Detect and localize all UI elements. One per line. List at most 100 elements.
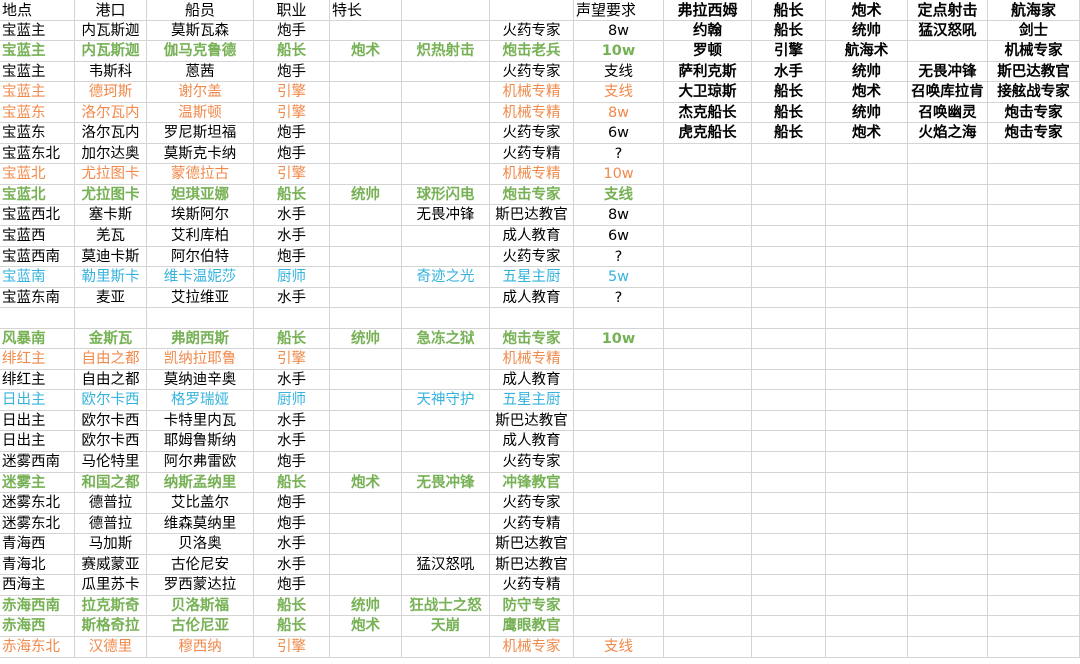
- cell-skill[interactable]: [402, 246, 490, 268]
- cell-trait[interactable]: 机械专家: [490, 636, 574, 658]
- side-cell[interactable]: 弗拉西姆: [664, 0, 752, 21]
- side-cell[interactable]: [752, 349, 826, 370]
- cell-port[interactable]: 韦斯科: [75, 61, 147, 83]
- cell-location[interactable]: 宝蓝西: [0, 226, 75, 247]
- cell-port[interactable]: 瓜里苏卡: [75, 575, 147, 596]
- side-cell[interactable]: [908, 534, 988, 555]
- cell-location[interactable]: 迷雾东北: [0, 513, 75, 535]
- cell-trait[interactable]: 火药专家: [490, 61, 574, 83]
- side-cell[interactable]: [988, 636, 1080, 658]
- cell-role[interactable]: 炮手: [254, 493, 330, 514]
- side-cell[interactable]: [826, 226, 908, 247]
- cell-port[interactable]: 塞卡斯: [75, 205, 147, 227]
- side-cell[interactable]: [988, 513, 1080, 535]
- side-cell[interactable]: 火焰之海: [908, 123, 988, 144]
- cell-skill[interactable]: [402, 82, 490, 103]
- side-cell[interactable]: [752, 308, 826, 329]
- side-cell[interactable]: [664, 472, 752, 494]
- side-cell[interactable]: 猛汉怒吼: [908, 20, 988, 42]
- cell-reputation[interactable]: 5w: [574, 267, 664, 288]
- side-cell[interactable]: [752, 575, 826, 596]
- cell-trait[interactable]: 火药专家: [490, 123, 574, 144]
- cell-crew[interactable]: 贝洛斯福: [147, 595, 254, 617]
- cell-crew[interactable]: 艾利库柏: [147, 226, 254, 247]
- side-cell[interactable]: [664, 369, 752, 391]
- cell-location[interactable]: 宝蓝东: [0, 123, 75, 144]
- side-cell[interactable]: [988, 349, 1080, 370]
- side-cell[interactable]: [908, 575, 988, 596]
- cell-trait[interactable]: 火药专精: [490, 575, 574, 596]
- cell-crew[interactable]: 弗朗西斯: [147, 328, 254, 350]
- side-cell[interactable]: 虎克船长: [664, 123, 752, 144]
- side-cell[interactable]: 炮击专家: [988, 123, 1080, 144]
- cell-port[interactable]: 勒里斯卡: [75, 267, 147, 288]
- side-cell[interactable]: 船长: [752, 102, 826, 124]
- side-cell[interactable]: [988, 575, 1080, 596]
- side-cell[interactable]: [988, 184, 1080, 206]
- side-cell[interactable]: [826, 143, 908, 165]
- cell-port[interactable]: 德珂斯: [75, 82, 147, 103]
- cell-specialty[interactable]: [330, 452, 402, 473]
- side-cell[interactable]: [908, 267, 988, 288]
- cell-reputation[interactable]: [574, 554, 664, 576]
- side-cell[interactable]: [752, 410, 826, 432]
- header-cell-role[interactable]: 职业: [254, 0, 330, 21]
- cell-port[interactable]: 和国之都: [75, 472, 147, 494]
- side-cell[interactable]: [988, 390, 1080, 411]
- cell-trait[interactable]: 火药专精: [490, 513, 574, 535]
- cell-crew[interactable]: 埃斯阿尔: [147, 205, 254, 227]
- cell-reputation[interactable]: 10w: [574, 164, 664, 185]
- side-cell[interactable]: 船长: [752, 82, 826, 103]
- cell-trait[interactable]: 火药专精: [490, 143, 574, 165]
- cell-crew[interactable]: 凯纳拉耶鲁: [147, 349, 254, 370]
- cell-reputation[interactable]: [574, 534, 664, 555]
- cell-role[interactable]: 引擎: [254, 636, 330, 658]
- side-cell[interactable]: [752, 390, 826, 411]
- side-cell[interactable]: [988, 246, 1080, 268]
- side-cell[interactable]: [988, 308, 1080, 329]
- side-cell[interactable]: 萨利克斯: [664, 61, 752, 83]
- cell-port[interactable]: 德普拉: [75, 493, 147, 514]
- cell-port[interactable]: 金斯瓦: [75, 328, 147, 350]
- side-cell[interactable]: 船长: [752, 123, 826, 144]
- side-cell[interactable]: [752, 431, 826, 453]
- cell-skill[interactable]: 天崩: [402, 616, 490, 637]
- cell-skill[interactable]: [402, 308, 490, 329]
- side-cell[interactable]: 杰克船长: [664, 102, 752, 124]
- cell-location[interactable]: 宝蓝西北: [0, 205, 75, 227]
- side-cell[interactable]: [908, 328, 988, 350]
- cell-location[interactable]: 宝蓝主: [0, 20, 75, 42]
- cell-specialty[interactable]: 炮术: [330, 41, 402, 62]
- side-cell[interactable]: [664, 287, 752, 309]
- cell-trait[interactable]: 成人教育: [490, 369, 574, 391]
- cell-skill[interactable]: 狂战士之怒: [402, 595, 490, 617]
- side-cell[interactable]: [988, 472, 1080, 494]
- cell-location[interactable]: 绯红主: [0, 349, 75, 370]
- cell-role[interactable]: 炮手: [254, 246, 330, 268]
- cell-port[interactable]: 欧尔卡西: [75, 390, 147, 411]
- side-cell[interactable]: [988, 267, 1080, 288]
- cell-trait[interactable]: 炮击老兵: [490, 41, 574, 62]
- cell-reputation[interactable]: 10w: [574, 328, 664, 350]
- side-cell[interactable]: [664, 636, 752, 658]
- cell-port[interactable]: 内瓦斯迦: [75, 20, 147, 42]
- side-cell[interactable]: [752, 205, 826, 227]
- side-cell[interactable]: 剑士: [988, 20, 1080, 42]
- header-cell-skill[interactable]: [402, 0, 490, 21]
- cell-specialty[interactable]: [330, 534, 402, 555]
- side-cell[interactable]: [826, 554, 908, 576]
- cell-port[interactable]: 赛威蒙亚: [75, 554, 147, 576]
- side-cell[interactable]: [664, 267, 752, 288]
- cell-crew[interactable]: 妲琪亚娜: [147, 184, 254, 206]
- cell-skill[interactable]: 球形闪电: [402, 184, 490, 206]
- cell-role[interactable]: 水手: [254, 287, 330, 309]
- side-cell[interactable]: [988, 534, 1080, 555]
- side-cell[interactable]: [908, 246, 988, 268]
- cell-role[interactable]: 引擎: [254, 82, 330, 103]
- side-cell[interactable]: [752, 328, 826, 350]
- side-cell[interactable]: 罗顿: [664, 41, 752, 62]
- cell-specialty[interactable]: [330, 226, 402, 247]
- side-cell[interactable]: [908, 349, 988, 370]
- side-cell[interactable]: 航海术: [826, 41, 908, 62]
- cell-skill[interactable]: [402, 143, 490, 165]
